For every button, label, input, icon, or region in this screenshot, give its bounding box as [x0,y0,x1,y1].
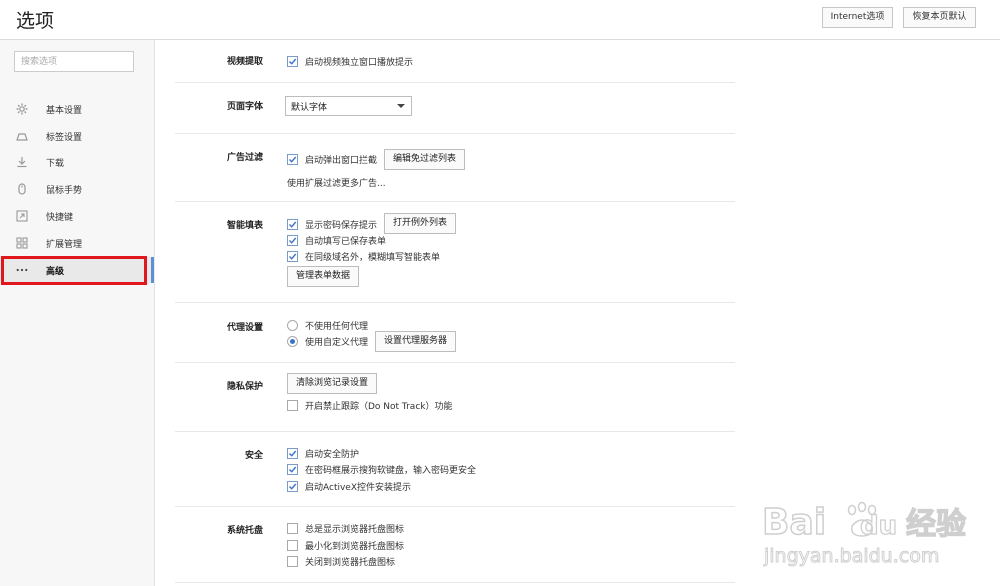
popup-block-option[interactable]: 启动弹出窗口拦截 [287,152,377,166]
video-popup-option[interactable]: 启动视频独立窗口播放提示 [287,54,413,68]
sidebar-item-label: 快捷键 [46,212,74,223]
option-label: 最小化到浏览器托盘图标 [305,541,405,552]
section-label: 系统托盘 [226,526,263,536]
sidebar-item-label: 下载 [46,158,65,169]
watermark-url: jingyan.baidu.com [763,545,939,567]
activex-prompt-option[interactable]: 启动ActiveX控件安装提示 [287,479,411,493]
no-proxy-option[interactable]: 不使用任何代理 [287,318,368,332]
section-label: 页面字体 [226,102,263,112]
option-label: 关闭到浏览器托盘图标 [305,557,396,568]
sidebar-item-download[interactable]: 下载 [0,149,155,175]
watermark-brand2: du [860,511,897,541]
section-font: 页面字体 默认字体 [175,83,735,134]
option-label: 启动安全防护 [305,449,360,460]
soft-keyboard-option[interactable]: 在密码框展示搜狗软键盘，输入密码更安全 [287,462,476,476]
section-label: 代理设置 [226,323,263,333]
restore-defaults-button[interactable]: 恢复本页默认 [903,7,976,28]
highlight-annotation [1,256,147,285]
watermark-jingyan: 经验 [906,507,966,542]
clear-history-settings-button[interactable]: 清除浏览记录设置 [287,373,378,394]
section-label: 智能填表 [226,221,263,231]
option-label: 不使用任何代理 [305,321,369,332]
scrollbar-thumb[interactable] [151,257,154,283]
checkbox-unchecked[interactable] [287,522,298,534]
checkbox-unchecked[interactable] [287,555,298,567]
autofill-saved-option[interactable]: 自动填写已保存表单 [287,233,386,247]
do-not-track-option[interactable]: 开启禁止跟踪（Do Not Track）功能 [287,398,452,412]
sidebar-item-label: 扩展管理 [46,239,83,250]
section-video: 视频提取 启动视频独立窗口播放提示 [175,40,735,83]
sidebar: 基本设置 标签设置 下载 鼠标手势 快捷键 扩展管理 高级 [0,40,155,586]
sidebar-item-extensions[interactable]: 扩展管理 [0,230,155,256]
option-label: 启动ActiveX控件安装提示 [305,482,412,493]
extensions-icon [16,237,28,249]
header: 选项 Internet选项 恢复本页默认 [0,0,1000,40]
set-proxy-server-button[interactable]: 设置代理服务器 [375,331,457,352]
security-protection-option[interactable]: 启动安全防护 [287,446,359,460]
chevron-down-icon [397,104,405,108]
fuzzy-autofill-option[interactable]: 在同级域名外，模糊填写智能表单 [287,249,440,263]
checkbox-checked[interactable] [287,250,298,262]
radio-unselected[interactable] [287,319,298,331]
custom-proxy-option[interactable]: 使用自定义代理 [287,334,368,348]
section-label: 广告过滤 [226,153,263,163]
option-label: 在同级域名外，模糊填写智能表单 [305,252,441,263]
checkbox-unchecked[interactable] [287,539,298,551]
option-label: 显示密码保存提示 [305,220,378,231]
section-label: 视频提取 [226,57,263,67]
always-show-tray-option[interactable]: 总是显示浏览器托盘图标 [287,521,404,535]
edit-whitelist-button[interactable]: 编辑免过滤列表 [384,149,466,170]
section-privacy: 隐私保护 清除浏览记录设置 开启禁止跟踪（Do Not Track）功能 [175,363,735,432]
password-prompt-option[interactable]: 显示密码保存提示 [287,217,377,231]
section-proxy: 代理设置 不使用任何代理 使用自定义代理 设置代理服务器 [175,303,735,363]
radio-selected[interactable] [287,335,298,347]
checkbox-checked[interactable] [287,153,298,165]
option-label: 启动视频独立窗口播放提示 [305,57,414,68]
page-title: 选项 [16,10,55,32]
option-label: 在密码框展示搜狗软键盘，输入密码更安全 [305,465,477,476]
sidebar-item-label: 鼠标手势 [46,185,83,196]
manage-form-data-button[interactable]: 管理表单数据 [287,266,360,287]
section-security: 安全 启动安全防护 在密码框展示搜狗软键盘，输入密码更安全 启动ActiveX控… [175,432,735,507]
download-icon [16,156,28,168]
minimize-to-tray-option[interactable]: 最小化到浏览器托盘图标 [287,538,404,552]
option-label: 开启禁止跟踪（Do Not Track）功能 [305,401,453,412]
section-label: 安全 [244,451,263,461]
option-label: 启动弹出窗口拦截 [305,155,378,166]
mouse-icon [16,183,28,195]
section-adblock: 广告过滤 启动弹出窗口拦截 编辑免过滤列表 使用扩展过滤更多广告... [175,134,735,202]
sidebar-item-label: 基本设置 [46,105,83,116]
sidebar-item-label: 标签设置 [46,132,83,143]
watermark-brand: Bai [762,502,826,543]
checkbox-checked[interactable] [287,218,298,230]
option-label: 自动填写已保存表单 [305,236,387,247]
sidebar-item-shortcuts[interactable]: 快捷键 [0,203,155,229]
checkbox-unchecked[interactable] [287,399,298,411]
sidebar-item-basic[interactable]: 基本设置 [0,96,155,122]
font-select-value: 默认字体 [291,102,328,113]
checkbox-checked[interactable] [287,447,298,459]
section-autofill: 智能填表 显示密码保存提示 打开例外列表 自动填写已保存表单 在同级域名外，模糊… [175,202,735,303]
internet-options-button[interactable]: Internet选项 [822,7,893,28]
section-tray: 系统托盘 总是显示浏览器托盘图标 最小化到浏览器托盘图标 关闭到浏览器托盘图标 [175,507,735,583]
checkbox-checked[interactable] [287,234,298,246]
checkbox-checked[interactable] [287,55,298,67]
tab-icon [16,130,28,142]
search-input[interactable] [14,51,134,72]
baidu-jingyan-watermark: Bai du 经验 jingyan.baidu.com [760,496,990,576]
option-label: 总是显示浏览器托盘图标 [305,524,405,535]
option-label: 使用自定义代理 [305,337,369,348]
checkbox-checked[interactable] [287,463,298,475]
section-label: 隐私保护 [226,382,263,392]
sidebar-item-tabs[interactable]: 标签设置 [0,123,155,149]
open-exceptions-button[interactable]: 打开例外列表 [384,213,457,234]
adblock-hint-link[interactable]: 使用扩展过滤更多广告... [287,176,386,189]
checkbox-checked[interactable] [287,480,298,492]
sidebar-item-mouse-gestures[interactable]: 鼠标手势 [0,176,155,202]
shortcut-icon [16,210,28,222]
gear-icon [16,103,28,115]
font-select[interactable]: 默认字体 [285,96,412,116]
close-to-tray-option[interactable]: 关闭到浏览器托盘图标 [287,554,395,568]
